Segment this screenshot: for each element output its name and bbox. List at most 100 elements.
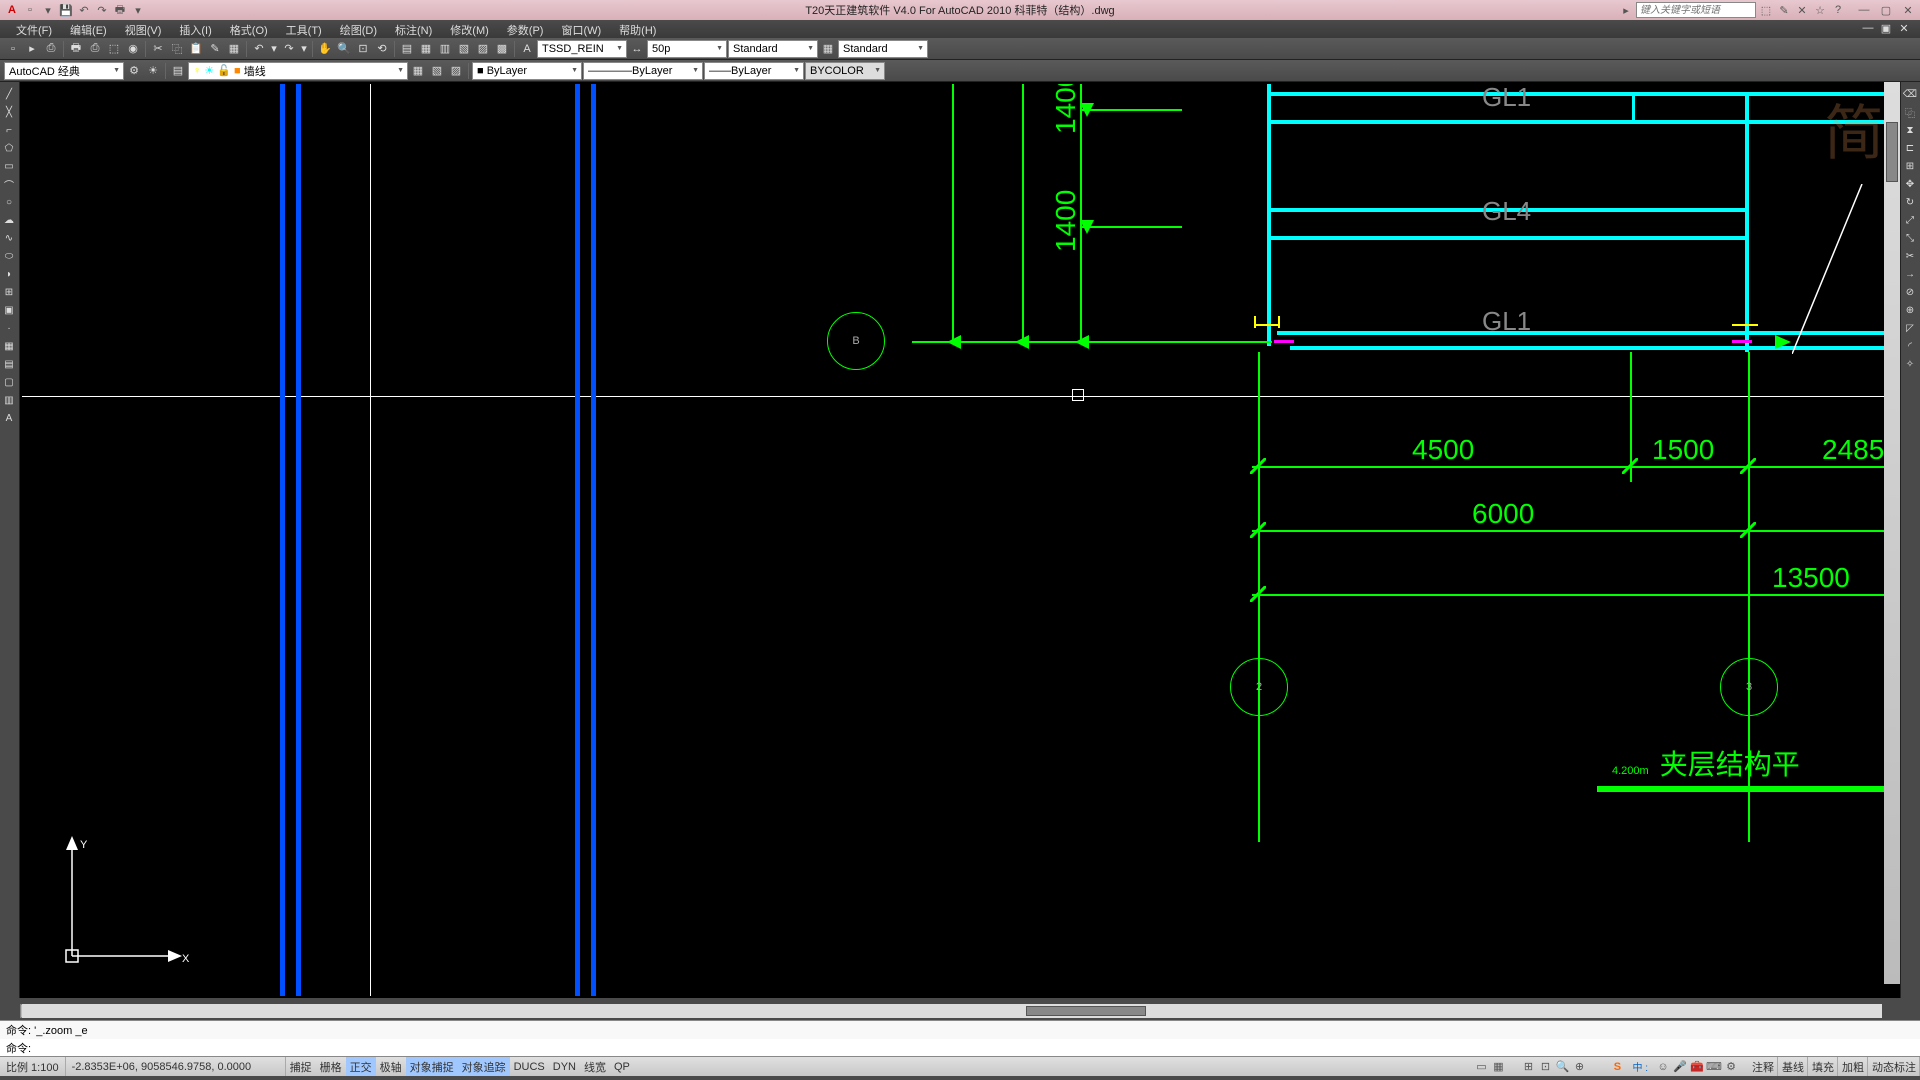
layer-iso-icon[interactable]: ▧ bbox=[428, 62, 446, 80]
xline-icon[interactable]: ╳ bbox=[0, 104, 18, 120]
status-toggle-极轴[interactable]: 极轴 bbox=[376, 1057, 406, 1076]
dim-style-dropdown[interactable]: Standard bbox=[728, 40, 818, 58]
redo-button[interactable]: ↷ bbox=[280, 40, 298, 58]
rect-icon[interactable]: ▭ bbox=[0, 158, 18, 174]
quickview-layouts-icon[interactable]: ⊞ bbox=[1520, 1059, 1536, 1075]
status-toggle-正交[interactable]: 正交 bbox=[346, 1057, 376, 1076]
doc-close-button[interactable]: ✕ bbox=[1896, 20, 1912, 36]
app-icon[interactable]: A bbox=[4, 2, 20, 18]
trim-icon[interactable]: ✂ bbox=[1901, 248, 1919, 264]
font-style-dropdown[interactable]: TSSD_REIN bbox=[537, 40, 627, 58]
text-size-dropdown[interactable]: 50p bbox=[647, 40, 727, 58]
copy-obj-icon[interactable]: ⿻ bbox=[1901, 104, 1919, 120]
properties-icon[interactable]: ▤ bbox=[398, 40, 416, 58]
workspace-dropdown[interactable]: AutoCAD 经典 bbox=[4, 62, 124, 80]
close-button[interactable]: ✕ bbox=[1900, 2, 1916, 18]
ime-voice-icon[interactable]: 🎤 bbox=[1672, 1059, 1688, 1075]
save-doc-icon[interactable]: ⎙ bbox=[42, 40, 60, 58]
ellipse-icon[interactable]: ⬭ bbox=[0, 248, 18, 264]
block-icon[interactable]: ▦ bbox=[225, 40, 243, 58]
paste-icon[interactable]: 📋 bbox=[187, 40, 205, 58]
status-scale[interactable]: 比例 1:100 bbox=[0, 1057, 66, 1076]
undo-dd-icon[interactable]: ▾ bbox=[269, 40, 279, 58]
menu-tools[interactable]: 工具(T) bbox=[278, 20, 330, 38]
pline-icon[interactable]: ⌐ bbox=[0, 122, 18, 138]
subscription-icon[interactable]: ⬚ bbox=[1758, 2, 1774, 18]
help-search-input[interactable] bbox=[1636, 2, 1756, 18]
stretch-icon[interactable]: ⤡ bbox=[1901, 230, 1919, 246]
linetype-dropdown[interactable]: ———— ByLayer bbox=[583, 62, 703, 80]
menu-param[interactable]: 参数(P) bbox=[499, 20, 552, 38]
annotation-visible-icon[interactable]: ⊕ bbox=[1571, 1059, 1587, 1075]
sb-baseline-label[interactable]: 基线 bbox=[1779, 1057, 1808, 1076]
maximize-button[interactable]: ▢ bbox=[1878, 2, 1894, 18]
doc-minimize-button[interactable]: — bbox=[1860, 20, 1876, 36]
sb-dyndim-label[interactable]: 动态标注 bbox=[1869, 1057, 1920, 1076]
model-button[interactable]: ▭ bbox=[1473, 1059, 1489, 1075]
status-toggle-对象追踪[interactable]: 对象追踪 bbox=[458, 1057, 510, 1076]
explode-icon[interactable]: ✧ bbox=[1901, 356, 1919, 372]
vertical-scrollbar[interactable] bbox=[1884, 82, 1900, 984]
undo-button[interactable]: ↶ bbox=[250, 40, 268, 58]
hatch-icon[interactable]: ▦ bbox=[0, 338, 18, 354]
quickview-drawings-icon[interactable]: ⊡ bbox=[1537, 1059, 1553, 1075]
block-make-icon[interactable]: ▣ bbox=[0, 302, 18, 318]
arc-icon[interactable]: ⌒ bbox=[0, 176, 18, 192]
chamfer-icon[interactable]: ◸ bbox=[1901, 320, 1919, 336]
plotstyle-dropdown[interactable]: BYCOLOR bbox=[805, 62, 885, 80]
zoom-rt-icon[interactable]: 🔍 bbox=[335, 40, 353, 58]
spline-icon[interactable]: ∿ bbox=[0, 230, 18, 246]
open-icon[interactable]: ▾ bbox=[40, 2, 56, 18]
point-icon[interactable]: · bbox=[0, 320, 18, 336]
match-icon[interactable]: ✎ bbox=[206, 40, 224, 58]
redo-dd-icon[interactable]: ▾ bbox=[299, 40, 309, 58]
fillet-icon[interactable]: ◜ bbox=[1901, 338, 1919, 354]
publish-icon[interactable]: ⬚ bbox=[105, 40, 123, 58]
lineweight-dropdown[interactable]: —— ByLayer bbox=[704, 62, 804, 80]
annotation-scale-icon[interactable]: 🔍 bbox=[1554, 1059, 1570, 1075]
erase-icon[interactable]: ⌫ bbox=[1901, 86, 1919, 102]
gradient-icon[interactable]: ▤ bbox=[0, 356, 18, 372]
circle-icon[interactable]: ○ bbox=[0, 194, 18, 210]
pan-icon[interactable]: ✋ bbox=[316, 40, 334, 58]
search-trigger-icon[interactable]: ▸ bbox=[1618, 2, 1634, 18]
status-toggle-QP[interactable]: QP bbox=[610, 1057, 634, 1076]
command-prompt[interactable]: 命令: bbox=[0, 1039, 1920, 1057]
new-icon[interactable]: ▫ bbox=[22, 2, 38, 18]
menu-format[interactable]: 格式(O) bbox=[222, 20, 276, 38]
status-toggle-线宽[interactable]: 线宽 bbox=[580, 1057, 610, 1076]
zoom-win-icon[interactable]: ⊡ bbox=[354, 40, 372, 58]
revcloud-icon[interactable]: ☁ bbox=[0, 212, 18, 228]
sheet-set-icon[interactable]: ▧ bbox=[455, 40, 473, 58]
table-style-icon[interactable]: ▦ bbox=[819, 40, 837, 58]
rotate-icon[interactable]: ↻ bbox=[1901, 194, 1919, 210]
favorite-icon[interactable]: ☆ bbox=[1812, 2, 1828, 18]
minimize-button[interactable]: — bbox=[1856, 2, 1872, 18]
status-toggle-对象捕捉[interactable]: 对象捕捉 bbox=[406, 1057, 458, 1076]
drawing-canvas[interactable]: GL1 GL4 GL1 1400 1400 B bbox=[22, 84, 1898, 996]
array-icon[interactable]: ⊞ bbox=[1901, 158, 1919, 174]
layer-dropdown[interactable]: ♀ ☀ 🔓 ■ 墙线 bbox=[188, 62, 408, 80]
3dprint-icon[interactable]: ◉ bbox=[124, 40, 142, 58]
menu-draw[interactable]: 绘图(D) bbox=[332, 20, 385, 38]
status-toggle-栅格[interactable]: 栅格 bbox=[316, 1057, 346, 1076]
workspace-settings-icon[interactable]: ⚙ bbox=[125, 62, 143, 80]
quickcalc-icon[interactable]: ▩ bbox=[493, 40, 511, 58]
menu-file[interactable]: 文件(F) bbox=[8, 20, 60, 38]
status-toggle-捕捉[interactable]: 捕捉 bbox=[286, 1057, 316, 1076]
workspace-save-icon[interactable]: ☀ bbox=[144, 62, 162, 80]
zoom-prev-icon[interactable]: ⟲ bbox=[373, 40, 391, 58]
menu-insert[interactable]: 插入(I) bbox=[171, 20, 219, 38]
help-icon[interactable]: ? bbox=[1830, 2, 1846, 18]
menu-edit[interactable]: 编辑(E) bbox=[62, 20, 115, 38]
region-icon[interactable]: ▢ bbox=[0, 374, 18, 390]
ellipse-arc-icon[interactable]: ◗ bbox=[0, 266, 18, 282]
comm-icon[interactable]: ✎ bbox=[1776, 2, 1792, 18]
horizontal-scrollbar[interactable] bbox=[22, 1004, 1882, 1018]
tool-palette-icon[interactable]: ▥ bbox=[436, 40, 454, 58]
doc-restore-button[interactable]: ▣ bbox=[1878, 20, 1894, 36]
polygon-icon[interactable]: ⬠ bbox=[0, 140, 18, 156]
join-icon[interactable]: ⊕ bbox=[1901, 302, 1919, 318]
insert-icon[interactable]: ⊞ bbox=[0, 284, 18, 300]
offset-icon[interactable]: ⊏ bbox=[1901, 140, 1919, 156]
